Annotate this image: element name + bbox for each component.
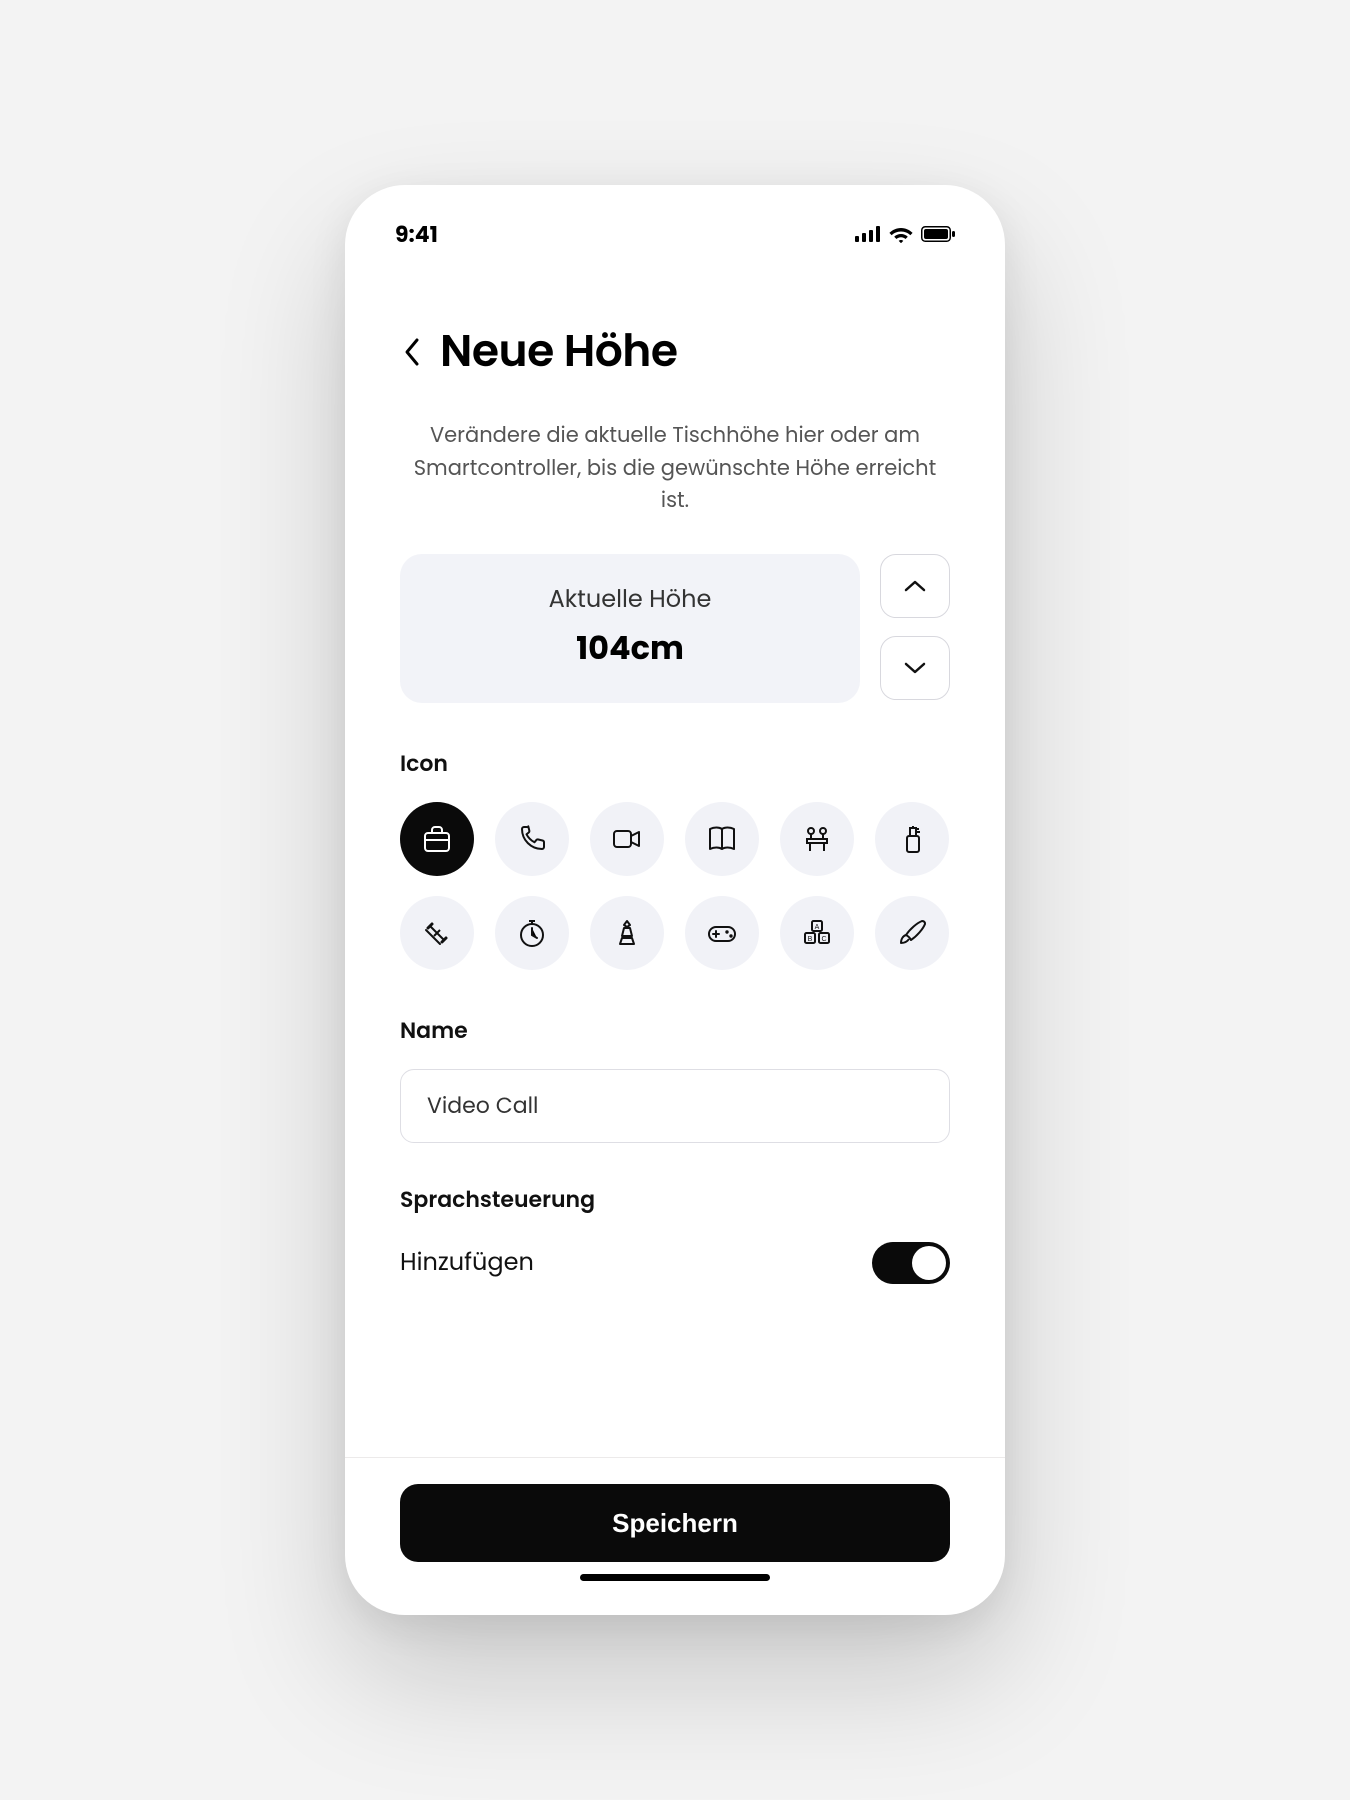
briefcase-icon — [420, 822, 454, 856]
paintbrush-icon — [895, 916, 929, 950]
video-icon — [610, 822, 644, 856]
chevron-down-icon — [903, 661, 927, 675]
voice-toggle[interactable] — [872, 1242, 950, 1284]
height-down-button[interactable] — [880, 636, 950, 700]
page-title: Neue Höhe — [440, 319, 678, 384]
blocks-icon — [800, 916, 834, 950]
back-button[interactable] — [400, 332, 424, 372]
icon-option-paintbrush[interactable] — [875, 896, 949, 970]
name-section-label: Name — [400, 1014, 950, 1047]
voice-toggle-label: Hinzufügen — [400, 1245, 534, 1280]
icon-option-spray[interactable] — [875, 802, 949, 876]
page-description: Verändere die aktuelle Tischhöhe hier od… — [400, 420, 950, 518]
icon-option-stopwatch[interactable] — [495, 896, 569, 970]
footer: Speichern — [345, 1457, 1005, 1615]
icon-grid — [400, 802, 950, 970]
current-height-value: 104cm — [410, 625, 850, 673]
save-button[interactable]: Speichern — [400, 1484, 950, 1562]
phone-frame: 9:41 Neue Höhe Veränder — [345, 185, 1005, 1615]
chess-icon — [610, 916, 644, 950]
height-up-button[interactable] — [880, 554, 950, 618]
icon-option-meeting[interactable] — [780, 802, 854, 876]
status-bar: 9:41 — [345, 185, 1005, 265]
book-icon — [705, 822, 739, 856]
height-stepper — [880, 554, 950, 703]
meeting-icon — [800, 822, 834, 856]
chevron-up-icon — [903, 579, 927, 593]
icon-option-blocks[interactable] — [780, 896, 854, 970]
name-input[interactable] — [400, 1069, 950, 1143]
current-height-card: Aktuelle Höhe 104cm — [400, 554, 860, 703]
current-height-label: Aktuelle Höhe — [410, 582, 850, 617]
icon-section-label: Icon — [400, 747, 950, 780]
icon-option-dumbbell[interactable] — [400, 896, 474, 970]
phone-icon — [515, 822, 549, 856]
stopwatch-icon — [515, 916, 549, 950]
gamepad-icon — [705, 916, 739, 950]
status-time: 9:41 — [395, 218, 438, 251]
chevron-left-icon — [403, 337, 421, 367]
spray-icon — [895, 822, 929, 856]
icon-option-chess[interactable] — [590, 896, 664, 970]
battery-icon — [921, 226, 955, 242]
status-indicators — [855, 225, 955, 243]
icon-option-briefcase[interactable] — [400, 802, 474, 876]
voice-section-label: Sprachsteuerung — [400, 1183, 950, 1216]
dumbbell-icon — [420, 916, 454, 950]
cellular-icon — [855, 226, 881, 242]
icon-option-video[interactable] — [590, 802, 664, 876]
wifi-icon — [889, 225, 913, 243]
icon-option-gamepad[interactable] — [685, 896, 759, 970]
icon-option-book[interactable] — [685, 802, 759, 876]
home-indicator — [580, 1574, 770, 1581]
icon-option-phone[interactable] — [495, 802, 569, 876]
